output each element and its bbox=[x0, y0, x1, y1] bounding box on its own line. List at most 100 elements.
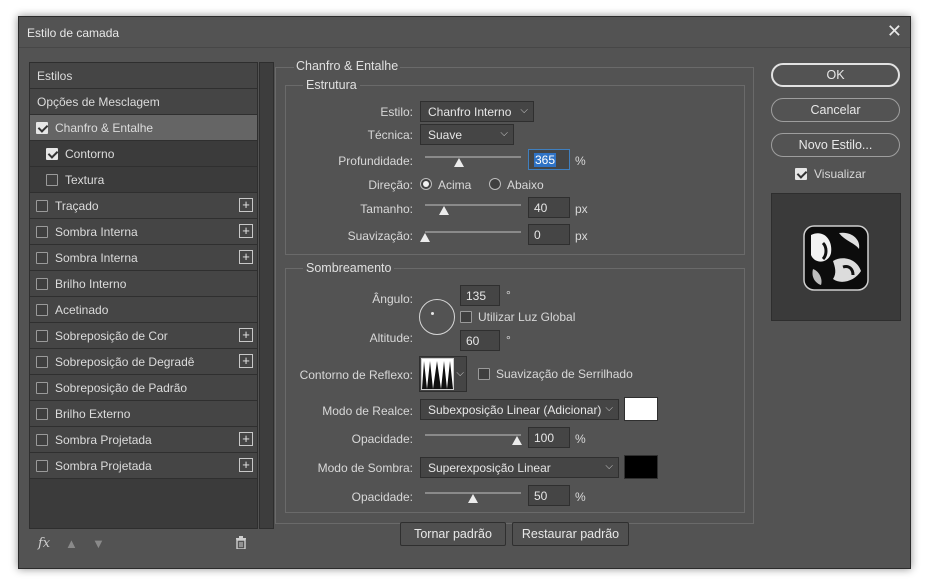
style-list-scrollbar[interactable] bbox=[259, 62, 274, 529]
style-item-chanfro-entalhe[interactable]: Chanfro & Entalhe bbox=[30, 115, 257, 141]
add-icon[interactable]: + bbox=[239, 328, 253, 342]
tamanho-slider-thumb[interactable] bbox=[439, 206, 450, 215]
angulo-value: 135 bbox=[466, 289, 487, 303]
style-item-label: Opções de Mesclagem bbox=[37, 95, 160, 109]
profundidade-slider-track[interactable] bbox=[425, 156, 521, 158]
style-item-label: Sombra Interna bbox=[55, 251, 138, 265]
altitude-value: 60 bbox=[466, 334, 480, 348]
highlight-color-swatch[interactable] bbox=[624, 397, 658, 421]
cancel-button[interactable]: Cancelar bbox=[771, 98, 900, 122]
opacidade-realce-slider-thumb[interactable] bbox=[512, 436, 523, 445]
opacidade-sombra-unit: % bbox=[575, 490, 586, 504]
contour-picker[interactable]: ⌵ bbox=[419, 356, 467, 392]
modo-realce-dropdown[interactable]: Subexposição Linear (Adicionar) ⌵ bbox=[420, 399, 619, 420]
opacidade-sombra-input[interactable]: 50 bbox=[528, 485, 570, 506]
suavizacao-slider-track[interactable] bbox=[425, 231, 521, 233]
arrow-up-icon[interactable]: ▲ bbox=[65, 536, 78, 551]
suavizacao-slider-thumb[interactable] bbox=[420, 233, 430, 242]
style-item-sombra-projetada[interactable]: Sombra Projetada + bbox=[30, 427, 257, 453]
trash-icon[interactable] bbox=[235, 536, 247, 552]
style-item-brilho-interno[interactable]: Brilho Interno bbox=[30, 271, 257, 297]
opacidade-realce-slider-track[interactable] bbox=[425, 434, 521, 436]
serrilhado-checkbox[interactable] bbox=[478, 368, 490, 380]
opacidade-realce-unit: % bbox=[575, 432, 586, 446]
brilho-externo-checkbox[interactable] bbox=[36, 408, 48, 420]
textura-checkbox[interactable] bbox=[46, 174, 58, 186]
ok-button[interactable]: OK bbox=[771, 63, 900, 87]
style-item-sobreposicao-cor[interactable]: Sobreposição de Cor + bbox=[30, 323, 257, 349]
direcao-acima-radio[interactable] bbox=[420, 178, 432, 190]
angulo-label: Ângulo: bbox=[372, 292, 413, 306]
add-icon[interactable]: + bbox=[239, 354, 253, 368]
new-style-button[interactable]: Novo Estilo... bbox=[771, 133, 900, 157]
sombra-projetada-2-checkbox[interactable] bbox=[36, 460, 48, 472]
opacidade-realce-input[interactable]: 100 bbox=[528, 427, 570, 448]
style-item-sombra-interna[interactable]: Sombra Interna + bbox=[30, 219, 257, 245]
style-item-sombra-interna-2[interactable]: Sombra Interna + bbox=[30, 245, 257, 271]
restaurar-padrao-button[interactable]: Restaurar padrão bbox=[512, 522, 629, 546]
sobreposicao-padrao-checkbox[interactable] bbox=[36, 382, 48, 394]
panel-title: Chanfro & Entalhe bbox=[294, 59, 401, 73]
shadow-color-swatch[interactable] bbox=[624, 455, 658, 479]
profundidade-slider-thumb[interactable] bbox=[453, 158, 464, 167]
sombra-interna-checkbox[interactable] bbox=[36, 226, 48, 238]
profundidade-input[interactable]: 365 bbox=[528, 149, 570, 170]
add-icon[interactable]: + bbox=[239, 224, 253, 238]
opacidade-realce-value: 100 bbox=[534, 431, 555, 445]
add-icon[interactable]: + bbox=[239, 458, 253, 472]
contorno-checkbox[interactable] bbox=[46, 148, 58, 160]
sobreposicao-degrade-checkbox[interactable] bbox=[36, 356, 48, 368]
style-item-tracado[interactable]: Traçado + bbox=[30, 193, 257, 219]
brilho-interno-checkbox[interactable] bbox=[36, 278, 48, 290]
angulo-unit: ° bbox=[506, 288, 511, 302]
style-list-toolbar: fx ▲ ▼ bbox=[29, 532, 264, 557]
style-item-sobreposicao-padrao[interactable]: Sobreposição de Padrão bbox=[30, 375, 257, 401]
altitude-input[interactable]: 60 bbox=[460, 330, 500, 351]
style-item-label: Sobreposição de Padrão bbox=[55, 381, 188, 395]
sobreposicao-cor-checkbox[interactable] bbox=[36, 330, 48, 342]
style-item-label: Acetinado bbox=[55, 303, 109, 317]
tamanho-input[interactable]: 40 bbox=[528, 197, 570, 218]
tamanho-label: Tamanho: bbox=[360, 202, 413, 216]
style-item-estilos[interactable]: Estilos bbox=[30, 63, 257, 89]
add-icon[interactable]: + bbox=[239, 432, 253, 446]
add-icon[interactable]: + bbox=[239, 250, 253, 264]
style-item-textura[interactable]: Textura bbox=[30, 167, 257, 193]
modo-realce-value: Subexposição Linear (Adicionar) bbox=[428, 403, 602, 417]
luz-global-checkbox[interactable] bbox=[460, 311, 472, 323]
opacidade-sombra-slider-thumb[interactable] bbox=[468, 494, 478, 503]
style-item-sombra-projetada-2[interactable]: Sombra Projetada + bbox=[30, 453, 257, 479]
suavizacao-unit: px bbox=[575, 229, 588, 243]
suavizacao-input[interactable]: 0 bbox=[528, 224, 570, 245]
arrow-down-icon[interactable]: ▼ bbox=[92, 536, 105, 551]
preview-thumbnail bbox=[803, 225, 869, 291]
direcao-abaixo-label: Abaixo bbox=[507, 178, 544, 192]
modo-sombra-dropdown[interactable]: Superexposição Linear ⌵ bbox=[420, 457, 619, 478]
style-item-opcoes-mesclagem[interactable]: Opções de Mesclagem bbox=[30, 89, 257, 115]
fx-icon[interactable]: fx bbox=[38, 536, 50, 551]
tornar-padrao-button[interactable]: Tornar padrão bbox=[400, 522, 506, 546]
contour-preview bbox=[421, 358, 454, 390]
angle-dial[interactable] bbox=[419, 299, 455, 335]
style-item-brilho-externo[interactable]: Brilho Externo bbox=[30, 401, 257, 427]
add-icon[interactable]: + bbox=[239, 198, 253, 212]
tecnica-dropdown[interactable]: Suave ⌵ bbox=[420, 124, 514, 145]
acetinado-checkbox[interactable] bbox=[36, 304, 48, 316]
estilo-dropdown[interactable]: Chanfro Interno ⌵ bbox=[420, 101, 534, 122]
tracado-checkbox[interactable] bbox=[36, 200, 48, 212]
style-item-acetinado[interactable]: Acetinado bbox=[30, 297, 257, 323]
angle-dial-dot bbox=[431, 312, 434, 315]
visualizar-checkbox[interactable] bbox=[795, 168, 807, 180]
window-title: Estilo de camada bbox=[27, 26, 120, 40]
direcao-abaixo-radio[interactable] bbox=[489, 178, 501, 190]
style-item-contorno[interactable]: Contorno bbox=[30, 141, 257, 167]
sombra-projetada-checkbox[interactable] bbox=[36, 434, 48, 446]
angulo-input[interactable]: 135 bbox=[460, 285, 500, 306]
profundidade-unit: % bbox=[575, 154, 586, 168]
sombra-interna-2-checkbox[interactable] bbox=[36, 252, 48, 264]
opacidade-sombra-label: Opacidade: bbox=[351, 490, 413, 504]
close-icon[interactable]: ✕ bbox=[887, 22, 902, 40]
chanfro-checkbox[interactable] bbox=[36, 122, 48, 134]
altitude-unit: ° bbox=[506, 333, 511, 347]
style-item-sobreposicao-degrade[interactable]: Sobreposição de Degradê + bbox=[30, 349, 257, 375]
